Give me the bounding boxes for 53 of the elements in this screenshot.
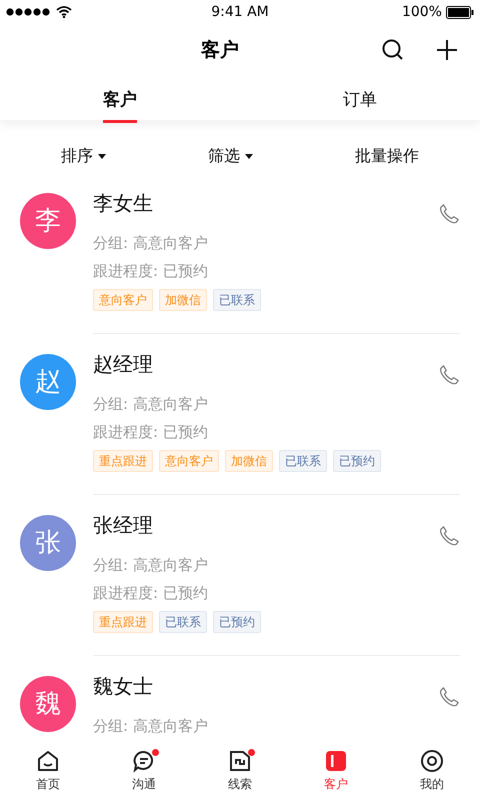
customer-name: 魏女士 [93,673,153,700]
customer-icon [324,749,348,773]
signal-icon [6,8,52,16]
search-icon [381,38,405,62]
tag: 已预约 [213,611,261,633]
tag: 意向客户 [159,450,219,472]
avatar: 赵 [20,354,76,410]
folder-icon [228,749,252,773]
tab-bar-item[interactable]: 线索 [192,742,288,800]
progress-text: 跟进程度: 已预约 [93,583,209,603]
tag: 已预约 [333,450,381,472]
group-text: 分组: 高意向客户 [93,555,209,575]
tag: 意向客户 [93,289,153,311]
tag: 加微信 [159,289,207,311]
chat-icon [132,749,156,773]
avatar: 李 [20,193,76,249]
batch-button[interactable]: 批量操作 [351,144,423,169]
phone-button[interactable] [438,686,460,708]
dropdown-button[interactable]: 筛选 [204,144,257,169]
dropdown-button[interactable]: 排序 [57,144,110,169]
house-icon [36,749,60,773]
customer-name: 张经理 [93,512,153,539]
progress-text: 跟进程度: 已预约 [93,261,209,281]
avatar: 张 [20,515,76,571]
tag: 加微信 [225,450,273,472]
tag: 重点跟进 [93,450,153,472]
tab-bar-item[interactable]: 客户 [288,742,384,800]
tab-bar-item[interactable]: 我的 [384,742,480,800]
group-text: 分组: 高意向客户 [93,394,209,414]
phone-button[interactable] [438,364,460,386]
tab[interactable]: 客户 [0,76,240,120]
progress-text: 跟进程度: 已预约 [93,422,209,442]
tab[interactable]: 订单 [240,76,480,120]
tab-bar-item[interactable]: 首页 [0,742,96,800]
battery-percent: 100% [402,4,442,20]
tag: 已联系 [159,611,207,633]
tag: 已联系 [279,450,327,472]
tab-bar-item[interactable]: 沟通 [96,742,192,800]
tag: 已联系 [213,289,261,311]
group-text: 分组: 高意向客户 [93,716,209,736]
wifi-icon [56,6,72,18]
phone-button[interactable] [438,525,460,547]
plus-icon [436,39,458,61]
customer-name: 赵经理 [93,351,153,378]
page-title: 客户 [200,38,240,63]
tag: 重点跟进 [93,611,153,633]
person-icon [420,749,444,773]
status-time: 9:41 AM [211,4,269,20]
customer-name: 李女生 [93,190,153,217]
group-text: 分组: 高意向客户 [93,233,209,253]
avatar: 魏 [20,676,76,732]
phone-button[interactable] [438,203,460,225]
battery-icon [446,6,474,18]
